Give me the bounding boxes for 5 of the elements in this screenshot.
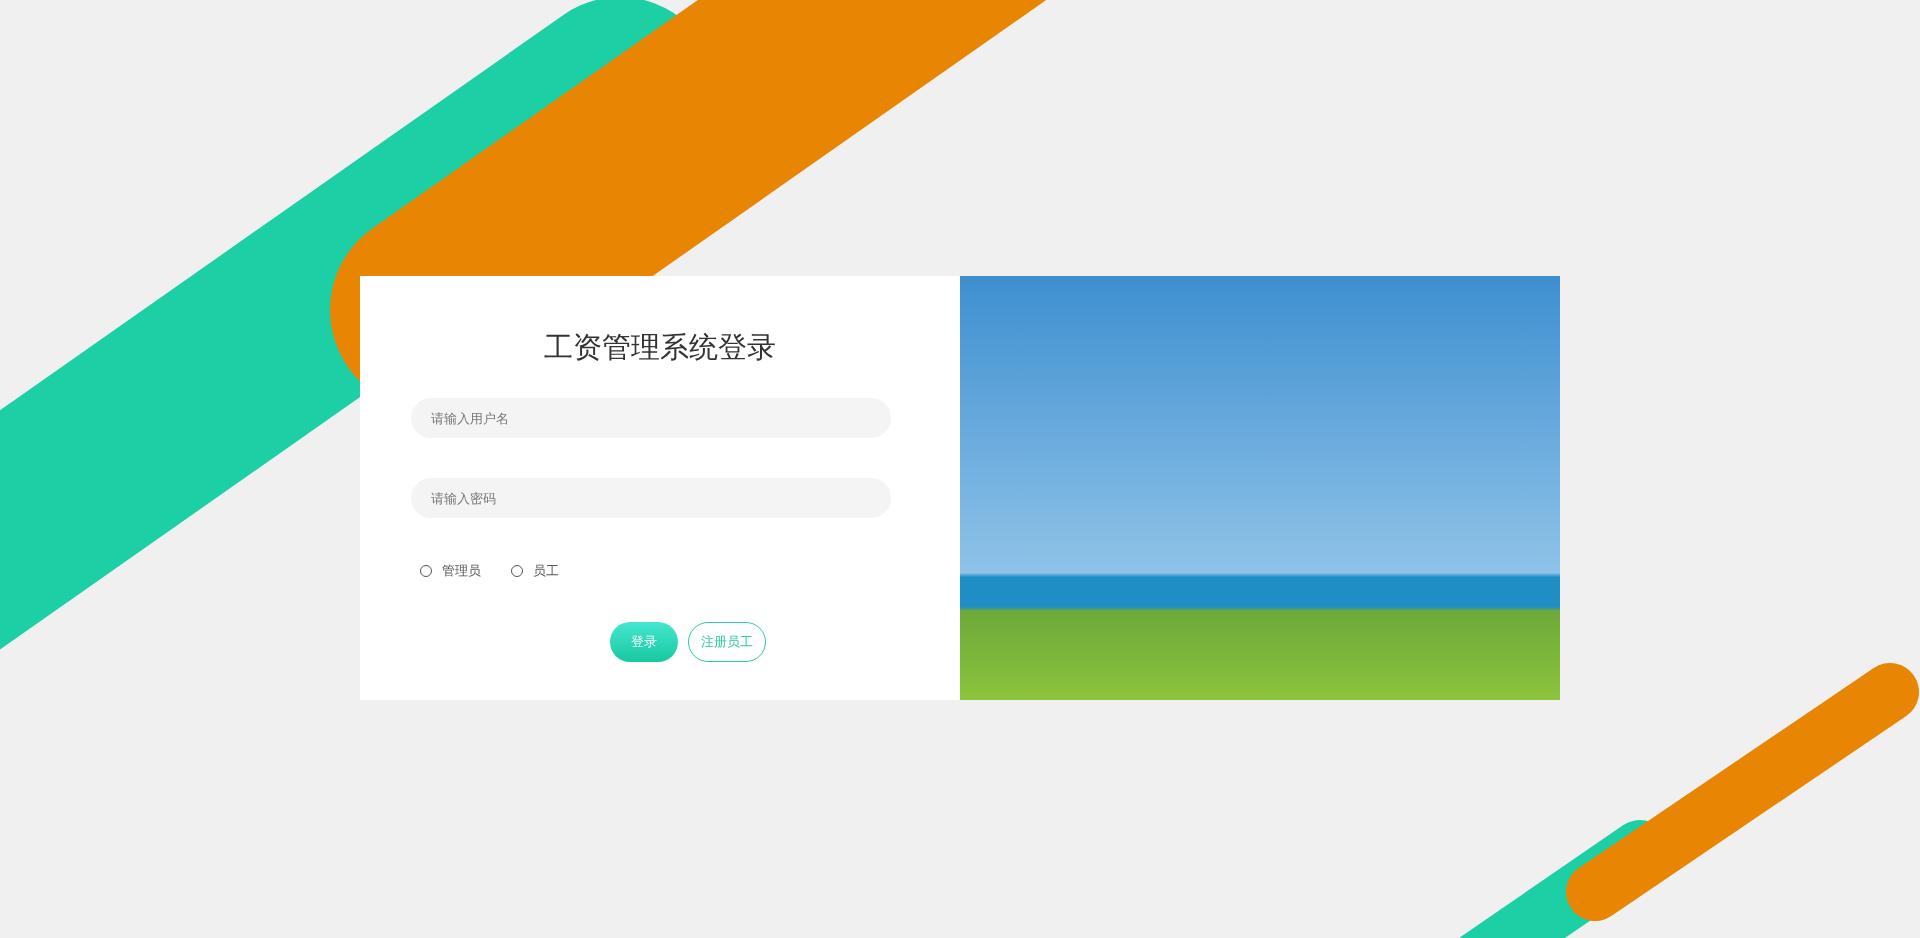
radio-label[interactable]: 员工 [533, 562, 559, 580]
login-title: 工资管理系统登录 [544, 329, 776, 366]
radio-label[interactable]: 管理员 [442, 562, 481, 580]
password-field[interactable]: 请输入密码 [411, 478, 891, 518]
username-field[interactable]: 请输入用户名 [411, 398, 891, 438]
